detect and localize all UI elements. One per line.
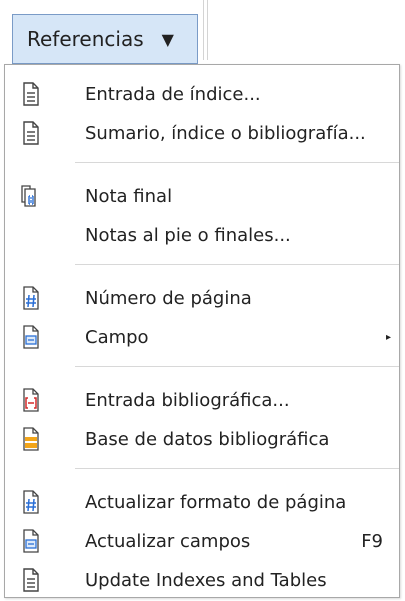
update-indexes-icon bbox=[19, 566, 43, 594]
menu-separator bbox=[75, 468, 399, 469]
referencias-dropdown-menu: Entrada de índice... Sumario, índice o b… bbox=[4, 64, 400, 598]
menu-item-label: Entrada de índice... bbox=[85, 83, 261, 105]
menu-item-label: Update Indexes and Tables bbox=[85, 569, 327, 591]
menu-separator bbox=[75, 264, 399, 265]
update-fields-icon bbox=[19, 527, 43, 555]
menu-item-label: Campo bbox=[85, 326, 149, 348]
menubar-divider bbox=[203, 0, 204, 60]
menu-item-label: Número de página bbox=[85, 287, 252, 309]
menubar: Referencias ▼ bbox=[0, 0, 405, 66]
menu-item-label: Actualizar campos bbox=[85, 530, 251, 552]
menu-item-label: Actualizar formato de página bbox=[85, 491, 347, 513]
menu-item-label: Notas al pie o finales... bbox=[85, 224, 291, 246]
menu-item-endnote[interactable]: Nota final bbox=[5, 177, 399, 215]
bibliography-database-icon bbox=[19, 425, 43, 453]
menu-button-label: Referencias bbox=[27, 27, 144, 51]
menu-item-label: Nota final bbox=[85, 185, 173, 207]
menu-separator bbox=[75, 162, 399, 163]
menu-item-field[interactable]: Campo ▸ bbox=[5, 318, 399, 356]
menu-item-bibliography-database[interactable]: Base de datos bibliográfica bbox=[5, 420, 399, 458]
menu-item-label: Sumario, índice o bibliografía... bbox=[85, 122, 366, 144]
menu-item-page-number[interactable]: Número de página bbox=[5, 279, 399, 317]
menu-item-update-indexes[interactable]: Update Indexes and Tables bbox=[5, 561, 399, 599]
table-of-contents-icon bbox=[19, 119, 43, 147]
menu-item-footnotes-endnotes[interactable]: Notas al pie o finales... bbox=[5, 216, 399, 254]
update-page-format-icon bbox=[19, 488, 43, 516]
menu-item-update-page-format[interactable]: Actualizar formato de página bbox=[5, 483, 399, 521]
menu-separator bbox=[75, 366, 399, 367]
field-icon bbox=[19, 323, 43, 351]
menu-item-update-fields[interactable]: Actualizar campos F9 bbox=[5, 522, 399, 560]
index-entry-icon bbox=[19, 80, 43, 108]
menu-item-index-entry[interactable]: Entrada de índice... bbox=[5, 75, 399, 113]
menu-item-table-of-contents[interactable]: Sumario, índice o bibliografía... bbox=[5, 114, 399, 152]
menubar-divider bbox=[207, 0, 208, 60]
submenu-arrow-icon: ▸ bbox=[385, 331, 391, 343]
chevron-down-icon: ▼ bbox=[161, 29, 174, 49]
shortcut-label: F9 bbox=[361, 530, 383, 552]
endnote-icon bbox=[19, 182, 43, 210]
page-number-icon bbox=[19, 284, 43, 312]
menu-item-bibliography-entry[interactable]: Entrada bibliográfica... bbox=[5, 381, 399, 419]
menu-item-label: Entrada bibliográfica... bbox=[85, 389, 290, 411]
referencias-menu-button[interactable]: Referencias ▼ bbox=[12, 14, 198, 64]
bibliography-entry-icon bbox=[19, 386, 43, 414]
menu-item-label: Base de datos bibliográfica bbox=[85, 428, 330, 450]
